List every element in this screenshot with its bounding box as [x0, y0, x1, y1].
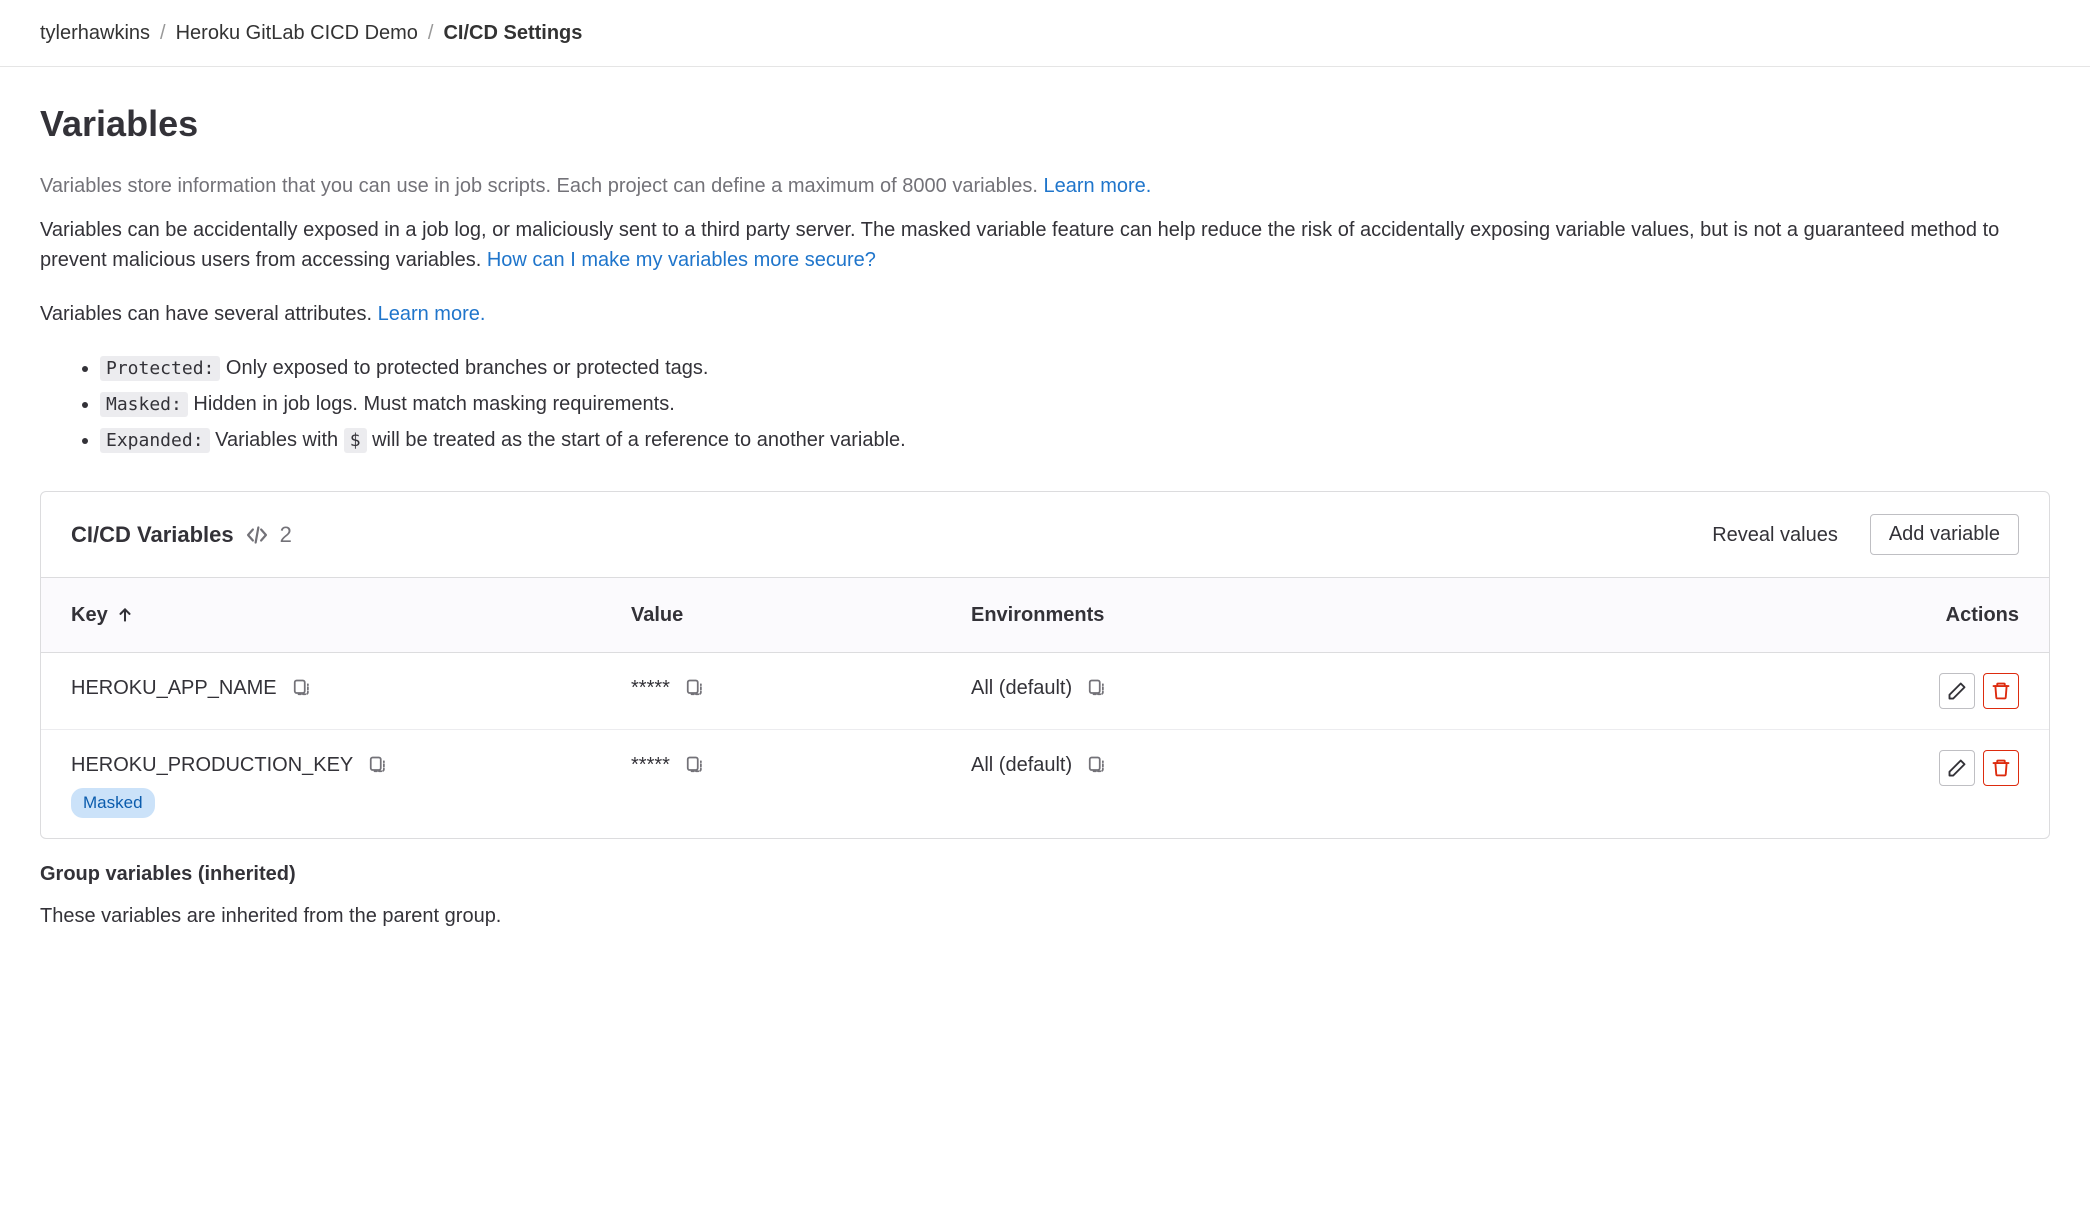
breadcrumb-separator: / — [160, 18, 166, 48]
group-variables-title: Group variables (inherited) — [40, 859, 2050, 889]
column-header-value: Value — [631, 600, 951, 630]
description-text: Variables can be accidentally exposed in… — [40, 219, 1999, 271]
cell-environments: All (default) — [971, 673, 1879, 703]
copy-icon[interactable] — [684, 678, 704, 698]
attributes-list: Protected: Only exposed to protected bra… — [100, 353, 2050, 455]
description-text: Variables can have several attributes. — [40, 303, 378, 325]
attribute-tag: Masked: — [100, 392, 188, 417]
secure-variables-link[interactable]: How can I make my variables more secure? — [487, 249, 876, 271]
variable-key: HEROKU_APP_NAME — [71, 673, 277, 703]
variable-value: ***** — [631, 673, 670, 703]
attribute-text: Hidden in job logs. Must match masking r… — [188, 393, 675, 415]
cell-key: HEROKU_PRODUCTION_KEY Masked — [71, 750, 611, 818]
delete-button[interactable] — [1983, 750, 2019, 786]
add-variable-button[interactable]: Add variable — [1870, 514, 2019, 555]
table-row: HEROKU_PRODUCTION_KEY Masked ***** All (def… — [41, 730, 2049, 838]
cell-value: ***** — [631, 750, 951, 780]
page-title: Variables — [40, 97, 2050, 151]
breadcrumb: tylerhawkins / Heroku GitLab CICD Demo /… — [0, 0, 2090, 67]
code-icon — [246, 524, 268, 546]
attribute-item: Expanded: Variables with $ will be treat… — [100, 425, 2050, 455]
dollar-code: $ — [344, 428, 367, 453]
attribute-item: Masked: Hidden in job logs. Must match m… — [100, 389, 2050, 419]
delete-button[interactable] — [1983, 673, 2019, 709]
description-attributes: Variables can have several attributes. L… — [40, 299, 2050, 329]
copy-icon[interactable] — [684, 755, 704, 775]
attribute-text: will be treated as the start of a refere… — [367, 429, 906, 451]
card-title: CI/CD Variables — [71, 518, 234, 551]
description-text: Variables store information that you can… — [40, 175, 1043, 197]
group-variables-text: These variables are inherited from the p… — [40, 901, 2050, 931]
column-header-key[interactable]: Key — [71, 600, 611, 630]
cell-value: ***** — [631, 673, 951, 703]
copy-icon[interactable] — [1086, 678, 1106, 698]
table-header: Key Value Environments Actions — [41, 577, 2049, 653]
learn-more-link[interactable]: Learn more. — [378, 303, 486, 325]
variable-environment: All (default) — [971, 673, 1072, 703]
column-label: Key — [71, 600, 108, 630]
edit-button[interactable] — [1939, 750, 1975, 786]
edit-button[interactable] — [1939, 673, 1975, 709]
table-row: HEROKU_APP_NAME ***** All (default) — [41, 653, 2049, 730]
cell-actions — [1899, 750, 2019, 786]
variable-value: ***** — [631, 750, 670, 780]
attribute-item: Protected: Only exposed to protected bra… — [100, 353, 2050, 383]
column-header-environments: Environments — [971, 600, 1879, 630]
badge-masked: Masked — [71, 788, 155, 818]
sort-ascending-icon — [116, 606, 134, 624]
reveal-values-button[interactable]: Reveal values — [1712, 520, 1838, 550]
description-intro: Variables store information that you can… — [40, 171, 2050, 201]
attribute-text: Variables with — [210, 429, 344, 451]
attribute-tag: Expanded: — [100, 428, 210, 453]
variables-card: CI/CD Variables 2 Reveal values Add vari… — [40, 491, 2050, 839]
variables-count: 2 — [280, 518, 292, 551]
cell-actions — [1899, 673, 2019, 709]
variable-environment: All (default) — [971, 750, 1072, 780]
copy-icon[interactable] — [291, 678, 311, 698]
cell-key: HEROKU_APP_NAME — [71, 673, 611, 703]
learn-more-link[interactable]: Learn more. — [1043, 175, 1151, 197]
attribute-text: Only exposed to protected branches or pr… — [220, 357, 708, 379]
breadcrumb-item[interactable]: tylerhawkins — [40, 18, 150, 48]
attribute-tag: Protected: — [100, 356, 220, 381]
breadcrumb-separator: / — [428, 18, 434, 48]
copy-icon[interactable] — [1086, 755, 1106, 775]
breadcrumb-item-current: CI/CD Settings — [443, 18, 582, 48]
copy-icon[interactable] — [367, 755, 387, 775]
column-header-actions: Actions — [1899, 600, 2019, 630]
breadcrumb-item[interactable]: Heroku GitLab CICD Demo — [176, 18, 418, 48]
description-warning: Variables can be accidentally exposed in… — [40, 215, 2050, 275]
page-content: Variables Variables store information th… — [0, 67, 2090, 961]
card-header: CI/CD Variables 2 Reveal values Add vari… — [41, 492, 2049, 577]
cell-environments: All (default) — [971, 750, 1879, 780]
variable-key: HEROKU_PRODUCTION_KEY — [71, 750, 353, 780]
